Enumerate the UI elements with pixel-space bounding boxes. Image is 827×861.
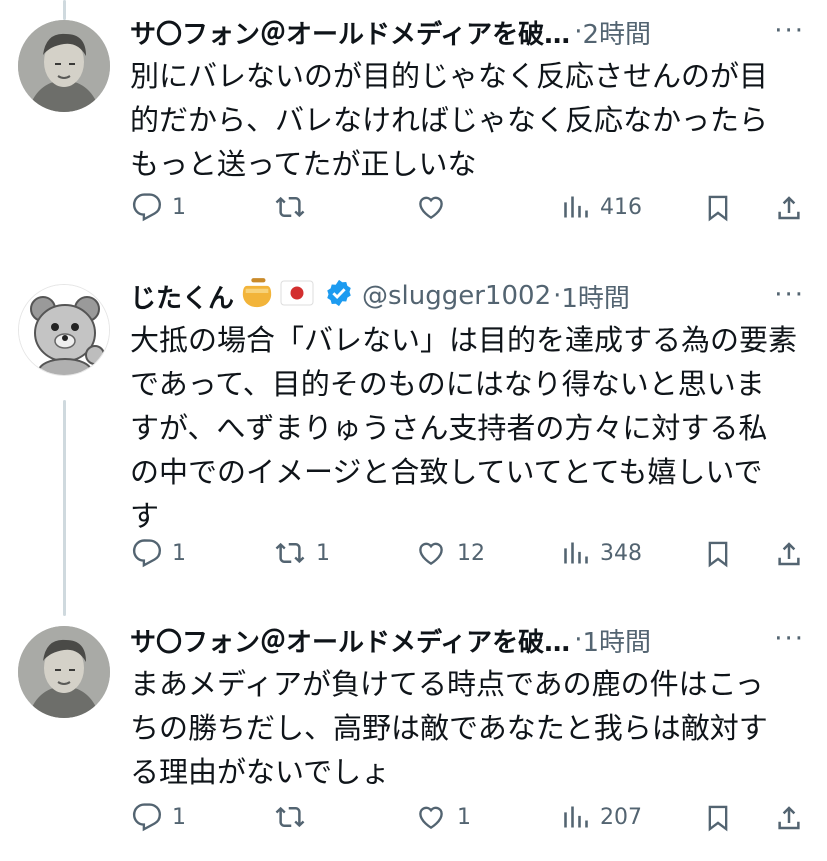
avatar[interactable] bbox=[18, 284, 110, 376]
retweet-button[interactable] bbox=[274, 192, 316, 222]
action-bar: 1 1 207 bbox=[0, 802, 827, 842]
tweet-text: まあメディアが負けてる時点であの鹿の件はこっ ちの勝ちだし、高野は敵であなたと我… bbox=[130, 667, 768, 789]
share-icon bbox=[778, 196, 800, 220]
tweet-header: サ〇フォン＠オールドメディアを破… · 1時間 bbox=[130, 622, 651, 658]
retweet-button[interactable]: 1 bbox=[274, 538, 330, 568]
timestamp[interactable]: 1時間 bbox=[561, 278, 630, 315]
separator: · bbox=[574, 17, 583, 47]
share-button[interactable] bbox=[774, 538, 804, 570]
like-count: 1 bbox=[457, 804, 471, 830]
avatar-image bbox=[18, 20, 110, 112]
user-handle[interactable]: @slugger1002 bbox=[362, 281, 551, 311]
bookmark-icon bbox=[708, 541, 728, 568]
more-options-button[interactable]: ··· bbox=[774, 624, 805, 654]
share-icon bbox=[778, 542, 800, 566]
bookmark-button[interactable] bbox=[704, 538, 732, 570]
share-button[interactable] bbox=[774, 192, 804, 224]
avatar[interactable] bbox=[18, 20, 110, 112]
reply-button[interactable]: 1 bbox=[132, 802, 186, 832]
tweet-header: サ〇フォン＠オールドメディアを破… · 2時間 bbox=[130, 14, 651, 50]
honey-pot-icon bbox=[240, 276, 274, 317]
avatar-image bbox=[18, 626, 110, 718]
like-count: 12 bbox=[457, 540, 485, 566]
avatar-image bbox=[19, 285, 109, 375]
like-button[interactable] bbox=[415, 192, 457, 222]
view-count: 348 bbox=[600, 540, 642, 566]
bookmark-button[interactable] bbox=[704, 192, 732, 224]
retweet-icon bbox=[275, 806, 305, 828]
bookmark-button[interactable] bbox=[704, 802, 732, 834]
timestamp[interactable]: 1時間 bbox=[582, 622, 651, 659]
reply-button[interactable]: 1 bbox=[132, 192, 186, 222]
like-button[interactable]: 1 bbox=[415, 802, 471, 832]
reply-icon bbox=[132, 803, 162, 832]
share-icon bbox=[778, 806, 800, 830]
verified-badge-icon bbox=[324, 278, 354, 315]
reply-icon bbox=[132, 539, 162, 568]
more-options-button[interactable]: ··· bbox=[774, 16, 805, 46]
timestamp[interactable]: 2時間 bbox=[582, 14, 651, 51]
reply-icon bbox=[132, 193, 162, 222]
views-button[interactable]: 416 bbox=[562, 192, 642, 222]
like-icon bbox=[419, 806, 443, 830]
display-name[interactable]: サ〇フォン＠オールドメディアを破… bbox=[130, 14, 570, 51]
views-button[interactable]: 348 bbox=[562, 538, 642, 568]
tweet-3[interactable]: サ〇フォン＠オールドメディアを破… · 1時間 ··· まあメディアが負けてる時… bbox=[0, 606, 827, 861]
like-icon bbox=[419, 196, 443, 220]
views-icon bbox=[564, 542, 588, 564]
more-options-button[interactable]: ··· bbox=[774, 280, 805, 310]
views-icon bbox=[564, 196, 588, 218]
separator: · bbox=[574, 625, 583, 655]
japan-flag-icon bbox=[280, 280, 314, 313]
retweet-icon bbox=[275, 542, 305, 564]
tweet-header: じたくん @slugger1002 · 1時間 bbox=[130, 276, 630, 317]
separator: · bbox=[553, 281, 562, 311]
retweet-count: 1 bbox=[316, 540, 330, 566]
reply-count: 1 bbox=[172, 804, 186, 830]
views-icon bbox=[564, 806, 588, 828]
bookmark-icon bbox=[708, 195, 728, 222]
avatar[interactable] bbox=[18, 626, 110, 718]
views-button[interactable]: 207 bbox=[562, 802, 642, 832]
bookmark-icon bbox=[708, 805, 728, 832]
view-count: 207 bbox=[600, 804, 642, 830]
action-bar: 1 416 bbox=[0, 192, 827, 232]
tweet-1[interactable]: サ〇フォン＠オールドメディアを破… · 2時間 ··· 別にバレないのが目的じゃ… bbox=[0, 0, 827, 262]
tweet-text: 大抵の場合「バレない」は目的を達成する為の要素 であって、目的そのものにはなり得… bbox=[130, 323, 798, 533]
share-button[interactable] bbox=[774, 802, 804, 834]
reply-button[interactable]: 1 bbox=[132, 538, 186, 568]
view-count: 416 bbox=[600, 194, 642, 220]
tweet-text: 別にバレないのが目的じゃなく反応させんのが目 的だから、バレなければじゃなく反応… bbox=[130, 59, 769, 181]
reply-count: 1 bbox=[172, 194, 186, 220]
retweet-button[interactable] bbox=[274, 802, 316, 832]
like-icon bbox=[419, 542, 443, 566]
like-button[interactable]: 12 bbox=[415, 538, 485, 568]
retweet-icon bbox=[275, 196, 305, 218]
display-name[interactable]: サ〇フォン＠オールドメディアを破… bbox=[130, 622, 570, 659]
reply-count: 1 bbox=[172, 540, 186, 566]
display-name[interactable]: じたくん bbox=[130, 278, 234, 315]
action-bar: 1 1 12 348 bbox=[0, 538, 827, 578]
tweet-2[interactable]: じたくん @slugger1002 · 1時間 ··· 大抵の場合「バレない」は… bbox=[0, 262, 827, 606]
